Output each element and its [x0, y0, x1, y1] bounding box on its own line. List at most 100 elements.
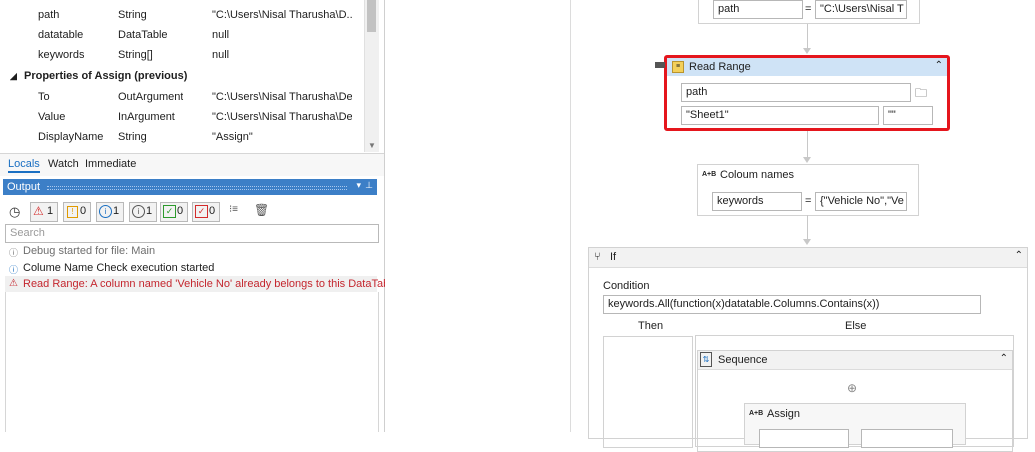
sequence-activity[interactable]: ⇅ Sequence ⌃ ⊕ A+B Assign: [697, 350, 1013, 452]
then-branch-drop-area[interactable]: [603, 336, 693, 448]
assign-activity-top[interactable]: path = "C:\Users\Nisal Tha: [698, 0, 920, 24]
info-icon: ⓘ: [9, 265, 19, 275]
assign-to-field[interactable]: path: [713, 0, 803, 19]
workbook-path-field[interactable]: path: [681, 83, 911, 102]
property-type: String: [118, 131, 147, 143]
property-value: "C:\Users\Nisal Tharusha\D...: [212, 9, 352, 21]
read-range-activity[interactable]: ≡ Read Range ⌃ path 🗀 "Sheet1" "": [664, 55, 950, 131]
property-row[interactable]: To OutArgument "C:\Users\Nisal Tharusha\…: [0, 87, 362, 107]
property-row[interactable]: DisplayName String "Assign": [0, 127, 362, 147]
property-group-label: Properties of Assign (previous): [24, 70, 188, 82]
collapse-icon[interactable]: ⌃: [935, 60, 943, 71]
collapse-icon[interactable]: ⌃: [1015, 250, 1023, 261]
property-group-header[interactable]: ◢ Properties of Assign (previous): [0, 66, 362, 86]
log-line[interactable]: ⓘ Colume Name Check execution started: [5, 260, 377, 276]
filter-list-icon[interactable]: ⁝≡: [229, 204, 238, 215]
activity-title: Coloum names: [720, 169, 794, 181]
property-value: null: [212, 29, 230, 41]
connector-arrow-icon: [803, 157, 811, 163]
assign-value-field[interactable]: {"Vehicle No","Vehi: [815, 192, 907, 211]
success-count: 0: [177, 205, 184, 217]
equals-sign: =: [805, 3, 812, 15]
success-filter-button[interactable]: ✓ 0: [160, 202, 188, 222]
property-row[interactable]: path String "C:\Users\Nisal Tharusha\D..…: [0, 5, 362, 25]
condition-field[interactable]: keywords.All(function(x)datatable.Column…: [603, 295, 981, 314]
coloum-names-activity[interactable]: A+B Coloum names keywords = {"Vehicle No…: [697, 164, 919, 216]
tab-locals[interactable]: Locals: [8, 158, 40, 173]
pin-icon[interactable]: ⊥: [365, 180, 373, 191]
connector-line: [807, 24, 808, 50]
property-value: "C:\Users\Nisal Tharusha\Desk: [212, 111, 352, 123]
log-line[interactable]: ⓘ Debug started for file: Main: [5, 243, 377, 259]
info-filter-button[interactable]: i 1: [96, 202, 124, 222]
trace-count: 1: [146, 205, 153, 217]
assign-to-field[interactable]: keywords: [712, 192, 802, 211]
connector-arrow-icon: [803, 239, 811, 245]
info-icon: i: [99, 205, 112, 218]
failure-count: 0: [209, 205, 216, 217]
debug-tabs: Locals Watch Immediate: [0, 153, 384, 176]
property-name: keywords: [38, 49, 85, 61]
assign-value-field[interactable]: "C:\Users\Nisal Tha: [815, 0, 907, 19]
property-type: String[]: [118, 49, 153, 61]
property-name: path: [38, 9, 60, 21]
assign-icon: A+B: [749, 410, 764, 417]
log-text: Debug started for file: Main: [23, 245, 156, 257]
success-icon: ✓: [163, 205, 176, 218]
error-count: 1: [47, 205, 54, 217]
read-range-header[interactable]: ≡ Read Range ⌃: [667, 58, 947, 76]
dropdown-icon[interactable]: ▾: [356, 180, 361, 191]
property-type: InArgument: [118, 111, 175, 123]
assign-activity[interactable]: A+B Assign: [744, 403, 966, 448]
folder-icon[interactable]: 🗀: [915, 84, 927, 105]
search-placeholder: Search: [10, 227, 45, 239]
warning-filter-button[interactable]: ! 0: [63, 202, 91, 222]
sheet-name-field[interactable]: "Sheet1": [681, 106, 879, 125]
tab-immediate[interactable]: Immediate: [85, 158, 136, 170]
warning-count: 0: [80, 205, 87, 217]
add-activity-icon[interactable]: ⊕: [847, 381, 857, 395]
error-filter-button[interactable]: ⚠ 1: [30, 202, 58, 222]
property-type: OutArgument: [118, 91, 184, 103]
property-name: Value: [38, 111, 66, 123]
property-type: String: [118, 9, 147, 21]
connector-line: [807, 215, 808, 241]
collapse-icon[interactable]: ⌃: [1000, 353, 1008, 364]
excel-range-icon: ≡: [672, 61, 684, 73]
output-panel-header: Output ▾ ⊥: [3, 179, 377, 195]
range-field[interactable]: "": [883, 106, 933, 125]
property-type: DataTable: [118, 29, 168, 41]
tab-watch[interactable]: Watch: [48, 158, 79, 170]
if-activity[interactable]: ⑂ If ⌃ Condition keywords.All(function(x…: [588, 247, 1028, 452]
trash-icon[interactable]: 🗑: [254, 203, 269, 217]
assign-icon: A+B: [702, 171, 717, 178]
property-value: null: [212, 49, 230, 61]
if-header[interactable]: ⑂ If ⌃: [589, 248, 1027, 268]
scrollbar-thumb[interactable]: [367, 0, 376, 32]
properties-scrollbar[interactable]: ▼: [364, 0, 379, 152]
collapse-triangle-icon[interactable]: ◢: [10, 71, 17, 82]
property-name: DisplayName: [38, 131, 104, 143]
sequence-icon: ⇅: [700, 352, 712, 367]
failure-filter-button[interactable]: ✓ 0: [192, 202, 220, 222]
property-row[interactable]: Value InArgument "C:\Users\Nisal Tharush…: [0, 107, 362, 127]
connector-arrow-icon: [803, 48, 811, 54]
left-panel: path String "C:\Users\Nisal Tharusha\D..…: [0, 0, 401, 432]
else-branch[interactable]: ⇅ Sequence ⌃ ⊕ A+B Assign: [695, 335, 1014, 452]
output-search-input[interactable]: Search: [5, 224, 379, 243]
warning-icon: ⚠: [9, 278, 18, 289]
property-row[interactable]: datatable DataTable null: [0, 25, 362, 45]
warning-icon: !: [67, 206, 78, 218]
clock-icon[interactable]: ◷: [9, 204, 20, 220]
sequence-header[interactable]: ⇅ Sequence ⌃: [698, 351, 1012, 370]
if-branch-icon: ⑂: [594, 251, 601, 263]
property-row[interactable]: keywords String[] null: [0, 45, 362, 65]
condition-label: Condition: [603, 280, 650, 292]
else-label: Else: [845, 320, 867, 332]
connector-line: [807, 131, 808, 159]
scroll-down-icon[interactable]: ▼: [368, 141, 376, 150]
equals-sign: =: [805, 195, 812, 207]
breakpoint-marker-icon: [655, 62, 665, 68]
log-line-selected[interactable]: ⚠ Read Range: A column named 'Vehicle No…: [5, 276, 401, 292]
trace-filter-button[interactable]: i 1: [129, 202, 157, 222]
